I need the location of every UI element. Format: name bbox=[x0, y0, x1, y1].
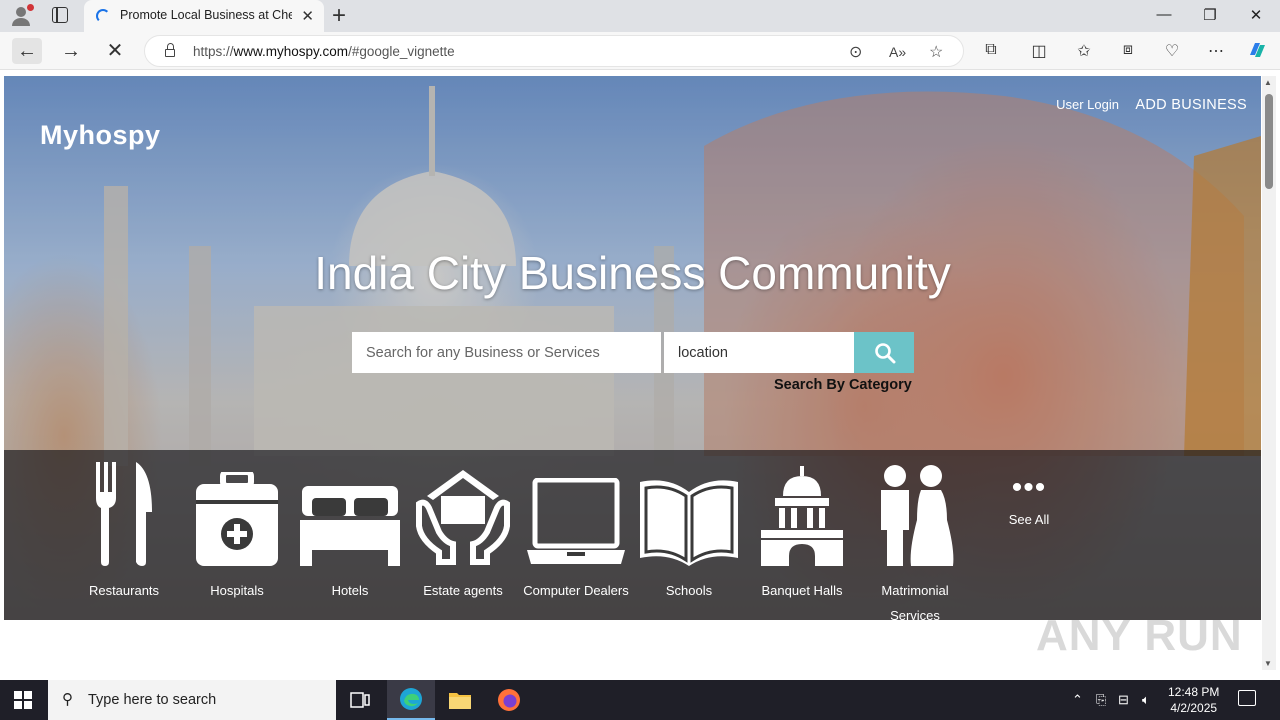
search-button[interactable] bbox=[854, 332, 914, 373]
user-login-link[interactable]: User Login bbox=[1056, 97, 1119, 112]
minimize-button[interactable]: — bbox=[1141, 6, 1187, 23]
scroll-up-icon[interactable]: ▲ bbox=[1264, 78, 1272, 87]
page-scrollbar[interactable]: ▲ ▼ bbox=[1262, 76, 1276, 670]
add-business-link[interactable]: ADD BUSINESS bbox=[1135, 97, 1247, 113]
split-screen-icon[interactable]: ◫ bbox=[1027, 41, 1051, 61]
read-aloud-icon[interactable]: A» bbox=[889, 44, 906, 60]
network-icon[interactable]: ⊟ bbox=[1118, 692, 1129, 708]
lock-icon[interactable] bbox=[165, 43, 175, 57]
system-clock[interactable]: 12:48 PM 4/2/2025 bbox=[1168, 684, 1219, 716]
browser-tab-bar: Promote Local Business at Cheap ✕ + — ❐ … bbox=[0, 0, 1280, 32]
site-logo[interactable]: Myhospy bbox=[40, 120, 161, 151]
active-tab[interactable]: Promote Local Business at Cheap ✕ bbox=[84, 0, 324, 32]
search-by-category-link[interactable]: Search By Category bbox=[774, 377, 912, 393]
business-search-input[interactable] bbox=[352, 332, 661, 373]
bed-icon bbox=[300, 486, 400, 566]
clock-time: 12:48 PM bbox=[1168, 685, 1220, 699]
category-hotels[interactable]: Hotels bbox=[294, 458, 406, 603]
loading-spinner-icon bbox=[96, 9, 110, 23]
top-links: User Login ADD BUSINESS bbox=[1044, 96, 1247, 114]
search-icon: ⚲ bbox=[62, 691, 73, 708]
laptop-icon bbox=[527, 478, 625, 564]
category-label: Restaurants bbox=[88, 583, 160, 598]
fork-knife-icon bbox=[96, 462, 152, 566]
anyrun-watermark: ANY RUN bbox=[1036, 611, 1243, 660]
category-label: Banquet Halls bbox=[761, 583, 843, 598]
scrollbar-thumb[interactable] bbox=[1265, 94, 1273, 189]
file-explorer-icon[interactable] bbox=[436, 680, 484, 720]
more-dots-icon: ••• bbox=[1011, 471, 1047, 504]
search-icon bbox=[875, 343, 896, 364]
notification-dot-icon bbox=[27, 4, 34, 11]
category-hospitals[interactable]: Hospitals bbox=[181, 458, 293, 603]
url-text[interactable]: https://www.myhospy.com/#google_vignette bbox=[193, 44, 455, 59]
category-band: Restaurants Hospitals Hotels Estate agen… bbox=[4, 450, 1261, 620]
address-bar[interactable]: https://www.myhospy.com/#google_vignette… bbox=[144, 35, 964, 67]
browser-essentials-icon[interactable]: ♡ bbox=[1160, 41, 1184, 61]
open-book-icon bbox=[640, 480, 738, 566]
edge-taskbar-icon[interactable] bbox=[387, 680, 435, 720]
favorite-star-icon[interactable]: ☆ bbox=[929, 42, 943, 62]
browser-toolbar: ← → ✕ https://www.myhospy.com/#google_vi… bbox=[0, 32, 1280, 70]
couple-icon bbox=[881, 465, 954, 566]
task-view-icon[interactable] bbox=[336, 680, 384, 720]
hero-banner: Myhospy User Login ADD BUSINESS India Ci… bbox=[4, 76, 1261, 620]
taskbar-search-box[interactable]: ⚲ Type here to search bbox=[48, 680, 336, 720]
category-restaurants[interactable]: Restaurants bbox=[68, 458, 180, 603]
firefox-icon[interactable] bbox=[485, 680, 533, 720]
windows-taskbar: ⚲ Type here to search ⌃ ⎘ ⊟ 🔈︎ 12:48 PM … bbox=[0, 680, 1280, 720]
scroll-down-icon[interactable]: ▼ bbox=[1264, 659, 1272, 668]
stop-loading-button[interactable]: ✕ bbox=[100, 38, 130, 64]
see-all-label: See All bbox=[1008, 512, 1050, 527]
hall-building-icon bbox=[761, 466, 843, 566]
location-input[interactable] bbox=[664, 332, 854, 373]
category-label: Computer Dealers bbox=[523, 583, 629, 598]
category-label: Estate agents bbox=[423, 583, 503, 598]
more-menu-icon[interactable]: ⋯ bbox=[1204, 41, 1228, 61]
tab-actions-icon[interactable] bbox=[52, 7, 68, 23]
category-label: Hospitals bbox=[210, 583, 264, 598]
extensions-icon[interactable]: ⧉ bbox=[979, 41, 1003, 59]
category-banquet-halls[interactable]: Banquet Halls bbox=[746, 458, 858, 603]
category-estate-agents[interactable]: Estate agents bbox=[407, 458, 519, 603]
close-window-button[interactable]: ✕ bbox=[1233, 6, 1279, 24]
category-label: Matrimonial Services bbox=[881, 583, 949, 620]
location-pin-icon[interactable]: ⊙ bbox=[849, 42, 862, 62]
category-matrimonial-services[interactable]: Matrimonial Services bbox=[859, 458, 971, 620]
house-hands-icon bbox=[416, 470, 510, 565]
tab-title: Promote Local Business at Cheap bbox=[120, 8, 292, 22]
category-computer-dealers[interactable]: Computer Dealers bbox=[520, 458, 632, 603]
show-hidden-icons-icon[interactable]: ⌃ bbox=[1072, 692, 1083, 708]
close-tab-icon[interactable]: ✕ bbox=[301, 7, 314, 25]
copilot-icon[interactable] bbox=[1245, 39, 1269, 66]
profile-icon[interactable] bbox=[10, 4, 34, 27]
windows-start-icon[interactable] bbox=[14, 691, 32, 709]
category-schools[interactable]: Schools bbox=[633, 458, 745, 603]
category-label: Schools bbox=[665, 583, 713, 598]
medical-kit-icon bbox=[196, 472, 278, 566]
taskbar-search-placeholder: Type here to search bbox=[88, 692, 217, 708]
web-page: Myhospy User Login ADD BUSINESS India Ci… bbox=[0, 71, 1280, 680]
forward-button[interactable]: → bbox=[56, 38, 86, 64]
new-tab-button[interactable]: + bbox=[332, 2, 346, 30]
category-label: Hotels bbox=[331, 583, 369, 598]
notifications-icon[interactable] bbox=[1238, 690, 1256, 706]
clock-date: 4/2/2025 bbox=[1170, 701, 1218, 715]
volume-icon[interactable]: 🔈︎ bbox=[1142, 692, 1150, 708]
see-all-link[interactable]: ••• See All bbox=[1004, 471, 1054, 528]
page-headline: India City Business Community bbox=[314, 247, 951, 299]
device-icon[interactable]: ⎘ bbox=[1096, 692, 1106, 708]
collections-icon[interactable]: ⧈ bbox=[1116, 41, 1140, 59]
favorites-icon[interactable]: ✩ bbox=[1072, 41, 1096, 61]
back-button[interactable]: ← bbox=[12, 38, 42, 64]
restore-button[interactable]: ❐ bbox=[1187, 6, 1233, 24]
